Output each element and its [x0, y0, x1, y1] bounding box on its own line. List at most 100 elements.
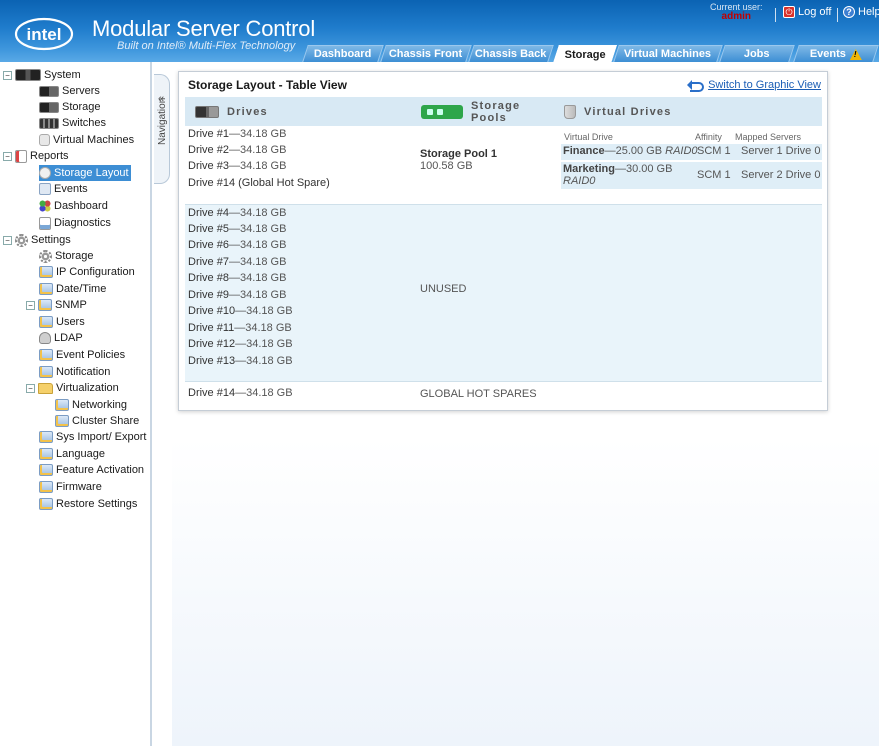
nav-item-firmware[interactable]: Firmware	[39, 479, 102, 495]
nav-item-system[interactable]: − System	[3, 67, 81, 83]
nav-item-diagnostics[interactable]: Diagnostics	[39, 215, 111, 231]
virtual-drive-row[interactable]: Finance—25.00 GB RAID0 SCM 1 Server 1 Dr…	[561, 144, 822, 160]
nav-item-events[interactable]: Events	[39, 181, 88, 197]
navigation-toggle[interactable]: « Navigation	[154, 74, 170, 184]
nav-item-settings-storage[interactable]: Storage	[39, 248, 94, 264]
nav-item-servers[interactable]: Servers	[39, 83, 100, 99]
global-hot-spares-status: GLOBAL HOT SPARES	[420, 388, 537, 400]
nav-item-event-policies[interactable]: Event Policies	[39, 347, 125, 363]
tab-chassis-back[interactable]: Chassis Back	[468, 45, 554, 62]
dashboard-icon	[39, 200, 51, 212]
nav-item-cluster-share[interactable]: Cluster Share	[55, 413, 139, 429]
nav-item-feature-activation[interactable]: Feature Activation	[39, 462, 144, 478]
nav-item-date-time[interactable]: Date/Time	[39, 281, 106, 297]
virtual-drive-name: Finance—25.00 GB RAID0	[563, 145, 698, 157]
logoff-link[interactable]: ⏻ Log off	[783, 6, 831, 18]
collapse-icon: −	[26, 383, 35, 393]
virtual-drive-name: Marketing—30.00 GB RAID0	[563, 163, 673, 187]
nav-item-reports[interactable]: − Reports	[3, 148, 69, 164]
logoff-icon: ⏻	[783, 6, 795, 18]
virtual-drive-mapped: Server 2 Drive 0	[741, 169, 821, 181]
drive-entry[interactable]: Drive #7—34.18 GB	[188, 256, 286, 268]
server-icon	[39, 85, 59, 97]
virtual-drive-row[interactable]: Marketing—30.00 GB RAID0 SCM 1 Server 2 D…	[561, 162, 822, 189]
nav-item-snmp[interactable]: − SNMP	[26, 297, 87, 313]
drive-entry[interactable]: Drive #10—34.18 GB	[188, 305, 293, 317]
help-link[interactable]: ? Help	[843, 6, 879, 18]
storage-pool-icon	[421, 104, 463, 119]
help-icon: ?	[843, 6, 855, 18]
global-hot-spares-row: Drive #14—34.18 GB GLOBAL HOT SPARES	[185, 381, 822, 405]
drive-entry[interactable]: Drive #11—34.18 GB	[188, 322, 292, 334]
nav-item-storage[interactable]: Storage	[39, 99, 101, 115]
nav-item-settings[interactable]: − Settings	[3, 232, 71, 248]
config-icon	[39, 481, 53, 493]
drive-entry[interactable]: Drive #14 (Global Hot Spare)	[188, 177, 330, 189]
storage-pool-row: Drive #1—34.18 GB Drive #2—34.18 GB Driv…	[185, 127, 822, 205]
nav-item-networking[interactable]: Networking	[55, 397, 127, 413]
nav-item-switches[interactable]: Switches	[39, 115, 106, 131]
drive-entry[interactable]: Drive #13—34.18 GB	[188, 355, 293, 367]
drive-entry[interactable]: Drive #5—34.18 GB	[188, 223, 286, 235]
report-icon	[15, 149, 27, 163]
navigation-strip: « Navigation	[152, 62, 172, 746]
config-icon	[39, 266, 53, 278]
app-title: Modular Server Control	[92, 16, 316, 41]
collapse-icon: −	[26, 300, 35, 310]
drives-column-header: Drives	[195, 97, 268, 126]
nav-item-users[interactable]: Users	[39, 314, 85, 330]
nav-item-notification[interactable]: Notification	[39, 364, 110, 380]
nav-item-virtualization[interactable]: − Virtualization	[26, 380, 119, 396]
navigation-sidebar: − System Servers Storage Switches Virtual…	[0, 62, 152, 746]
gear-icon	[15, 233, 28, 247]
config-icon	[55, 415, 69, 427]
drive-entry[interactable]: Drive #2—34.18 GB	[188, 144, 286, 156]
intel-logo-text: intel	[27, 25, 62, 44]
nav-item-ldap[interactable]: LDAP	[39, 330, 83, 346]
drive-entry[interactable]: Drive #12—34.18 GB	[188, 338, 293, 350]
panel-title: Storage Layout - Table View	[188, 78, 347, 92]
tab-jobs[interactable]: Jobs	[719, 45, 795, 62]
config-icon	[39, 431, 53, 443]
table-header: Drives Storage Pools Virtual Drives	[185, 97, 822, 126]
vd-col-header-name: Virtual Drive	[564, 132, 613, 142]
drive-entry[interactable]: Drive #6—34.18 GB	[188, 239, 286, 251]
server-icon	[15, 69, 41, 81]
tab-virtual-machines[interactable]: Virtual Machines	[613, 45, 723, 62]
config-icon	[39, 498, 53, 510]
unused-status: UNUSED	[420, 283, 467, 295]
drive-entry[interactable]: Drive #8—34.18 GB	[188, 272, 286, 284]
tab-chassis-front[interactable]: Chassis Front	[380, 45, 472, 62]
storage-pools-column-header: Storage Pools	[421, 97, 533, 126]
virtual-machine-icon	[39, 134, 50, 146]
diagnostics-icon	[39, 216, 51, 230]
nav-item-restore-settings[interactable]: Restore Settings	[39, 496, 137, 512]
tab-dashboard[interactable]: Dashboard	[302, 45, 384, 62]
config-icon	[39, 366, 53, 378]
tab-events[interactable]: Events	[793, 45, 879, 62]
storage-pool-name[interactable]: Storage Pool 1	[420, 148, 497, 160]
drive-entry[interactable]: Drive #9—34.18 GB	[188, 289, 286, 301]
drive-entry[interactable]: Drive #1—34.18 GB	[188, 128, 286, 140]
vd-col-header-affinity: Affinity	[695, 132, 722, 142]
config-icon	[39, 464, 53, 476]
switch-to-graphic-view-link[interactable]: Switch to Graphic View	[687, 79, 821, 92]
nav-item-dashboard[interactable]: Dashboard	[39, 198, 108, 214]
app-header: intel Modular Server Control Built on In…	[0, 0, 879, 63]
drive-entry[interactable]: Drive #4—34.18 GB	[188, 207, 286, 219]
drive-entry[interactable]: Drive #3—34.18 GB	[188, 160, 286, 172]
nav-item-virtual-machines[interactable]: Virtual Machines	[39, 132, 134, 148]
nav-item-sys-import-export[interactable]: Sys Import/ Export	[39, 429, 146, 445]
ldap-icon	[39, 332, 51, 344]
tab-storage[interactable]: Storage	[553, 45, 617, 63]
nav-item-ip-configuration[interactable]: IP Configuration	[39, 264, 135, 280]
nav-item-language[interactable]: Language	[39, 446, 105, 462]
folder-icon	[38, 382, 53, 394]
storage-drive-icon	[39, 101, 59, 113]
navigation-label: Navigation	[157, 97, 168, 145]
drive-entry[interactable]: Drive #14—34.18 GB	[188, 387, 293, 399]
nav-item-storage-layout[interactable]: Storage Layout	[39, 165, 131, 181]
vd-col-header-mapped: Mapped Servers	[735, 132, 802, 142]
virtual-drives-column-header: Virtual Drives	[564, 97, 672, 126]
config-icon	[55, 399, 69, 411]
